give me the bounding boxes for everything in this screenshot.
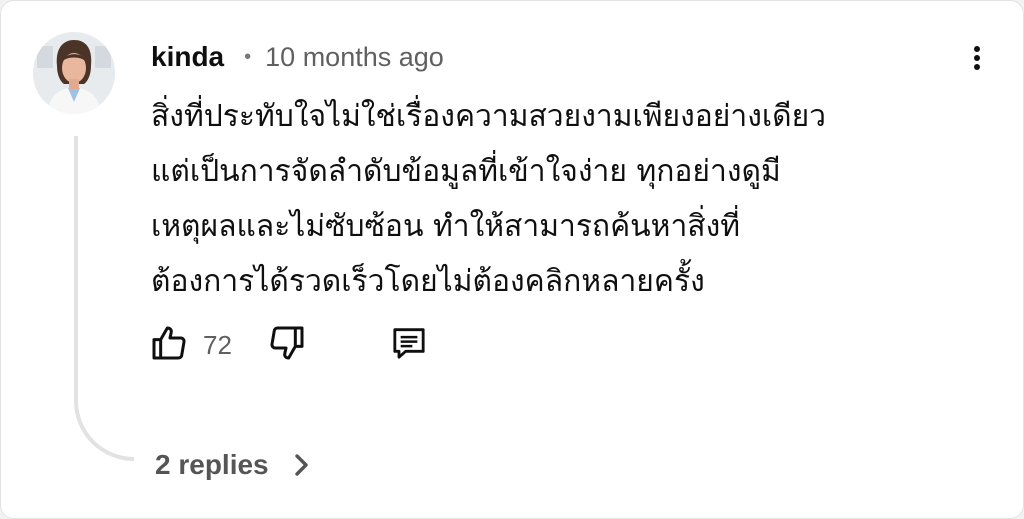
chevron-right-icon <box>291 450 313 480</box>
thumbs-up-icon <box>149 323 189 368</box>
avatar[interactable] <box>33 32 115 114</box>
like-button[interactable]: 72 <box>149 323 232 367</box>
comment-text: สิ่งที่ประทับใจไม่ใช่เรื่องความสวยงามเพี… <box>151 99 826 299</box>
reply-button[interactable] <box>389 323 429 367</box>
view-replies-button[interactable]: 2 replies <box>155 443 313 487</box>
author-name[interactable]: kinda <box>151 41 224 73</box>
dislike-button[interactable] <box>267 323 307 367</box>
comment-reply-icon <box>389 323 429 368</box>
comment-header: kinda • 10 months ago <box>151 39 444 75</box>
separator-dot: • <box>244 45 252 68</box>
comment-card: kinda • 10 months ago สิ่งที่ประทับใจไม่… <box>0 0 1024 519</box>
more-options-icon[interactable] <box>961 41 993 75</box>
like-count: 72 <box>203 329 232 360</box>
thread-line <box>74 136 134 461</box>
comment-timestamp[interactable]: 10 months ago <box>265 42 444 73</box>
replies-label: 2 replies <box>155 449 269 480</box>
thumbs-down-icon <box>267 323 307 368</box>
